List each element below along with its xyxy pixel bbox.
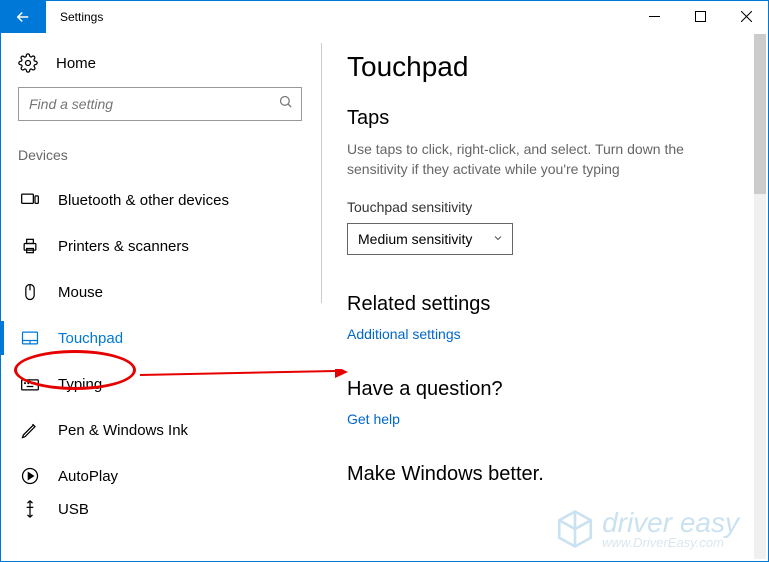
autoplay-icon	[20, 466, 40, 486]
devices-icon	[20, 190, 40, 210]
minimize-button[interactable]	[631, 0, 677, 33]
search-icon	[278, 94, 293, 114]
sidebar-item-autoplay[interactable]: AutoPlay	[18, 453, 302, 499]
sidebar-item-label: AutoPlay	[58, 468, 118, 485]
maximize-icon	[695, 11, 706, 22]
sidebar-item-touchpad[interactable]: Touchpad	[18, 315, 302, 361]
taps-description: Use taps to click, right-click, and sele…	[347, 140, 739, 179]
better-header: Make Windows better.	[347, 463, 739, 486]
page-title: Touchpad	[347, 51, 739, 83]
sidebar-item-label: Typing	[58, 376, 102, 393]
get-help-link[interactable]: Get help	[347, 411, 400, 427]
home-label: Home	[56, 55, 96, 72]
close-button[interactable]	[723, 0, 769, 33]
sidebar-item-label: Bluetooth & other devices	[58, 192, 229, 209]
minimize-icon	[649, 11, 660, 22]
back-button[interactable]	[0, 0, 46, 33]
usb-icon	[20, 499, 40, 519]
sidebar-item-pen[interactable]: Pen & Windows Ink	[18, 407, 302, 453]
scrollbar-thumb[interactable]	[754, 34, 766, 194]
pen-icon	[20, 420, 40, 440]
question-header: Have a question?	[347, 378, 739, 401]
sidebar-item-typing[interactable]: Typing	[18, 361, 302, 407]
sidebar-item-label: Mouse	[58, 284, 103, 301]
sidebar-item-printers[interactable]: Printers & scanners	[18, 223, 302, 269]
home-button[interactable]: Home	[18, 53, 302, 73]
sidebar-item-label: Pen & Windows Ink	[58, 422, 188, 439]
titlebar: Settings	[0, 0, 769, 33]
gear-icon	[18, 53, 38, 73]
additional-settings-link[interactable]: Additional settings	[347, 326, 461, 342]
chevron-down-icon	[492, 231, 504, 247]
taps-header: Taps	[347, 107, 739, 130]
touchpad-icon	[20, 328, 40, 348]
close-icon	[741, 11, 752, 22]
window-title: Settings	[46, 0, 103, 33]
sidebar: Home Devices Bluetooth & other devices P…	[0, 33, 320, 562]
sidebar-item-mouse[interactable]: Mouse	[18, 269, 302, 315]
category-header: Devices	[18, 147, 302, 163]
window-controls	[631, 0, 769, 33]
sidebar-item-label: Touchpad	[58, 330, 123, 347]
search-box[interactable]	[18, 87, 302, 121]
sensitivity-dropdown[interactable]: Medium sensitivity	[347, 223, 513, 255]
maximize-button[interactable]	[677, 0, 723, 33]
main-content: Touchpad Taps Use taps to click, right-c…	[320, 33, 769, 562]
scrollbar[interactable]	[754, 34, 766, 559]
sidebar-item-usb[interactable]: USB	[18, 499, 302, 519]
mouse-icon	[20, 282, 40, 302]
sensitivity-value: Medium sensitivity	[358, 231, 472, 247]
separator	[321, 43, 322, 303]
sidebar-item-bluetooth[interactable]: Bluetooth & other devices	[18, 177, 302, 223]
arrow-left-icon	[14, 8, 32, 26]
sensitivity-label: Touchpad sensitivity	[347, 199, 739, 215]
keyboard-icon	[20, 374, 40, 394]
printer-icon	[20, 236, 40, 256]
search-input[interactable]	[29, 96, 278, 112]
related-header: Related settings	[347, 293, 739, 316]
sidebar-item-label: USB	[58, 501, 89, 518]
sidebar-item-label: Printers & scanners	[58, 238, 189, 255]
